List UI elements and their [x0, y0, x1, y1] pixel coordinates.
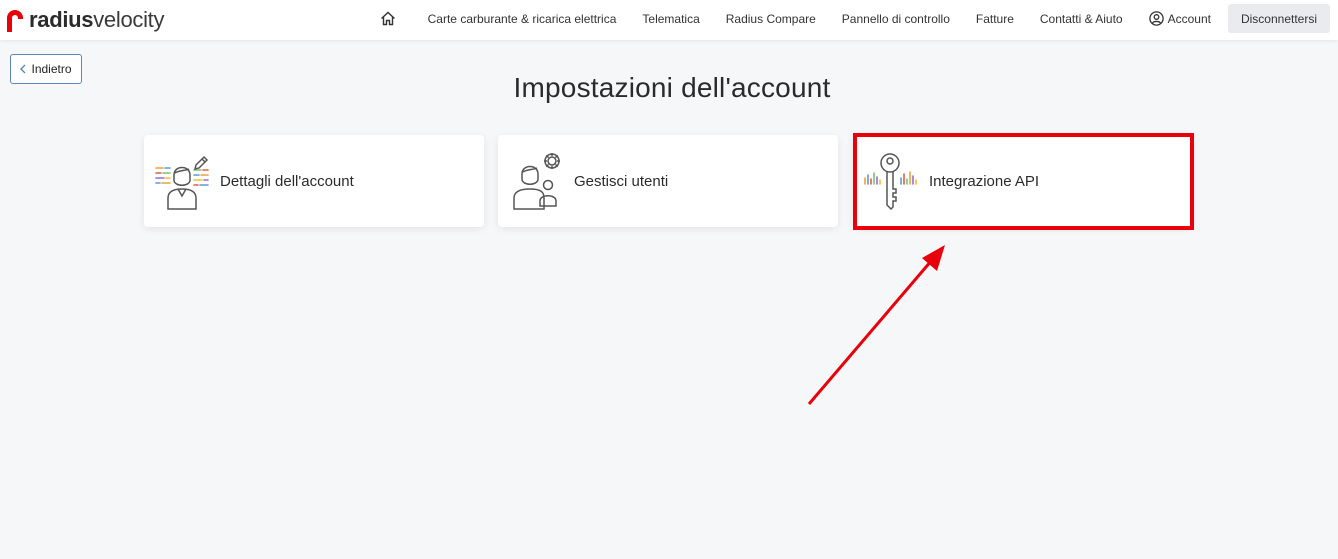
account-details-label: Dettagli dell'account	[220, 172, 354, 190]
manage-users-icon	[513, 153, 560, 210]
nav-contacts-help[interactable]: Contatti & Aiuto	[1027, 4, 1136, 33]
user-circle-icon	[1148, 11, 1164, 26]
brand-logo[interactable]: radiusvelocity	[4, 7, 165, 33]
top-navigation-bar: radiusvelocity Carte carburante & ricari…	[0, 0, 1338, 40]
nav-telematics[interactable]: Telematica	[629, 4, 712, 33]
nav-radius-compare[interactable]: Radius Compare	[713, 4, 829, 33]
nav-invoices[interactable]: Fatture	[963, 4, 1027, 33]
nav-account-label: Account	[1167, 11, 1211, 26]
nav-fuel-cards[interactable]: Carte carburante & ricarica elettrica	[415, 4, 630, 33]
api-key-icon	[864, 153, 917, 211]
nav-home[interactable]	[380, 4, 415, 33]
brand-name: radiusvelocity	[29, 7, 165, 32]
nav-account[interactable]: Account	[1136, 4, 1224, 33]
api-integration-card[interactable]: Integrazione API	[853, 135, 1193, 227]
main-nav: Carte carburante & ricarica elettrica Te…	[380, 4, 1330, 33]
home-icon	[380, 11, 395, 26]
manage-users-label: Gestisci utenti	[574, 172, 669, 190]
manage-users-card[interactable]: Gestisci utenti	[498, 135, 838, 227]
account-details-icon	[155, 155, 209, 210]
api-integration-label: Integrazione API	[929, 172, 1040, 190]
account-details-card[interactable]: Dettagli dell'account	[144, 135, 484, 227]
page-title: Impostazioni dell'account	[513, 72, 831, 103]
nav-dashboard[interactable]: Pannello di controllo	[829, 4, 963, 33]
logout-button[interactable]: Disconnettersi	[1227, 4, 1330, 33]
radius-logo-icon	[7, 10, 23, 32]
